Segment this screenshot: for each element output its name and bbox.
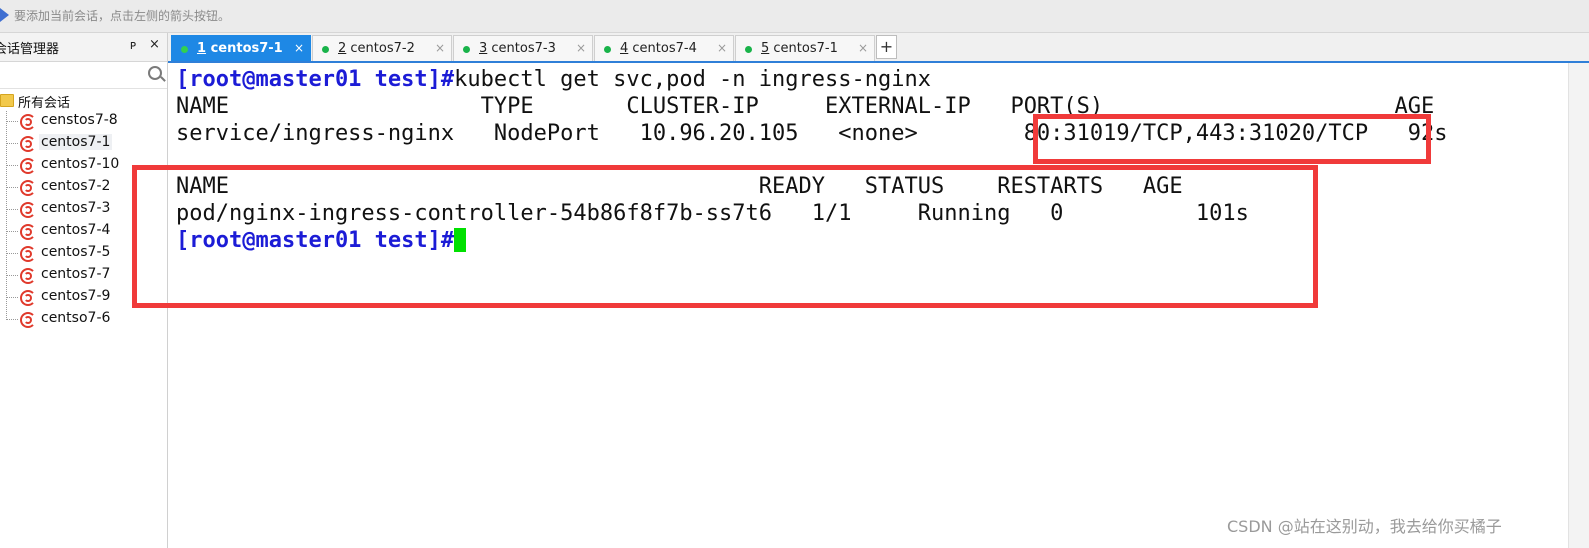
session-label: centos7-4 [41,222,111,238]
session-label: centos7-5 [41,244,111,260]
add-session-arrow-icon[interactable] [0,8,9,22]
session-manager-header: 会话管理器 ᴘ × [0,33,167,62]
shell-prompt: [root@master01 test]# [176,67,455,92]
tab-centos7-2[interactable]: 2 centos7-2 × [312,35,452,61]
tree-branch [6,143,18,144]
tab-label: 4 centos7-4 [620,41,697,56]
session-manager-title: 会话管理器 [0,42,60,57]
tree-branch [6,297,18,298]
tab-close-button[interactable]: × [858,41,868,55]
tab-name: centos7-1 [206,41,283,56]
connected-status-icon [604,46,611,53]
tab-label: 5 centos7-1 [761,41,838,56]
new-tab-button[interactable]: + [876,35,897,59]
session-label: centos7-10 [41,156,120,172]
tree-branch [6,165,18,166]
session-label: centos7-7 [41,266,111,282]
pin-icon[interactable]: ᴘ [130,38,136,52]
session-icon [20,158,36,174]
tab-name: centos7-1 [769,41,838,56]
session-label: centos7-9 [41,288,111,304]
tab-centos7-3[interactable]: 3 centos7-3 × [453,35,593,61]
session-label: centso7-6 [41,310,111,326]
session-label: centos7-3 [41,200,111,216]
tab-close-button[interactable]: × [717,41,727,55]
tab-label: 3 centos7-3 [479,41,556,56]
connected-status-icon [463,46,470,53]
session-label: centos7-2 [41,178,111,194]
session-label: censtos7-8 [41,112,118,128]
session-icon [20,246,36,262]
command-line: [root@master01 test]#kubectl get svc,pod… [176,67,931,93]
tab-number: 1 [197,41,207,56]
close-panel-button[interactable]: × [149,37,160,52]
search-icon[interactable] [148,66,162,80]
session-hint-bar: 要添加当前会话，点击左侧的箭头按钮。 [0,0,1589,33]
session-icon [20,136,36,152]
session-icon [20,180,36,196]
connected-status-icon [322,46,329,53]
tab-centos7-1-second[interactable]: 5 centos7-1 × [735,35,875,61]
tree-branch [6,187,18,188]
session-icon [20,290,36,306]
terminal-scrollbar[interactable] [1568,63,1589,548]
session-icon [20,114,36,130]
tab-name: centos7-4 [628,41,697,56]
session-icon [20,312,36,328]
tab-label: 1 centos7-1 [197,41,283,56]
tree-branch [6,319,18,320]
session-icon [20,268,36,284]
command-text: kubectl get svc,pod -n ingress-nginx [454,67,931,92]
csdn-watermark: CSDN @站在这别动，我去给你买橘子 [1227,517,1502,536]
tab-centos7-4[interactable]: 4 centos7-4 × [594,35,734,61]
tab-name: centos7-2 [346,41,415,56]
tree-branch [6,209,18,210]
connected-status-icon [181,46,188,53]
port-highlight-box [1033,114,1431,164]
add-session-hint: 要添加当前会话，点击左侧的箭头按钮。 [14,9,231,23]
connected-status-icon [745,46,752,53]
tab-close-button[interactable]: × [294,41,304,55]
tab-label: 2 centos7-2 [338,41,415,56]
pod-highlight-box [132,165,1318,308]
session-label: centos7-1 [39,134,113,150]
session-icon [20,224,36,240]
tab-close-button[interactable]: × [576,41,586,55]
tab-name: centos7-3 [487,41,556,56]
folder-icon [0,94,14,107]
tree-branch [6,121,18,122]
tree-branch [6,275,18,276]
session-icon [20,202,36,218]
tree-branch [6,253,18,254]
tab-centos7-1-active[interactable]: 1 centos7-1 × [171,35,311,61]
tree-branch [6,231,18,232]
session-search-field[interactable] [0,62,167,89]
tab-close-button[interactable]: × [435,41,445,55]
all-sessions-label: 所有会话 [18,96,71,111]
